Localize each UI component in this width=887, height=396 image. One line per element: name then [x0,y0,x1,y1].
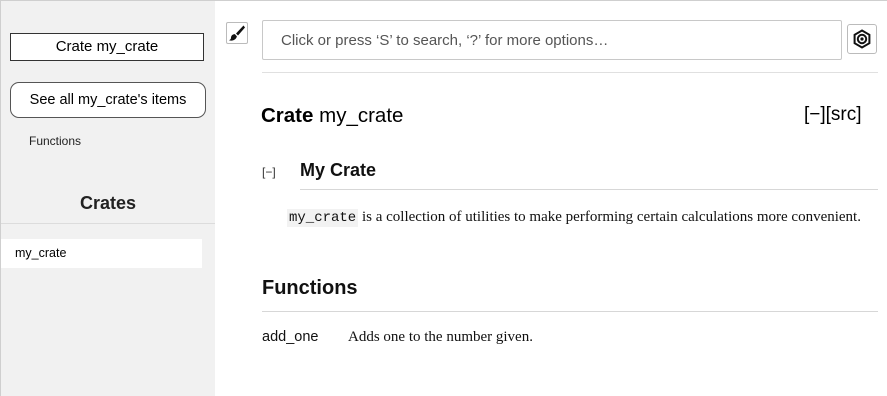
doc-paragraph: my_crate is a collection of utilities to… [287,206,877,229]
functions-divider [262,311,878,312]
collapse-all-toggle[interactable]: [−] [804,104,826,125]
inline-code: my_crate [287,209,359,227]
crates-divider [1,223,215,224]
doc-paragraph-text: is a collection of utilities to make per… [358,209,861,225]
sidebar-item-my-crate[interactable]: my_crate [1,239,202,268]
search-divider [262,72,878,73]
gear-icon [853,29,871,49]
theme-picker-button[interactable] [226,22,248,44]
page-title: Crate my_crate [261,104,403,128]
see-all-items-button[interactable]: See all my_crate's items [10,82,206,118]
section-collapse-toggle[interactable]: [−] [262,165,276,179]
doc-heading-divider [300,189,878,190]
search-input[interactable] [262,20,842,60]
crates-heading: Crates [79,193,137,213]
sidebar: Crate my_crate See all my_crate's items … [1,1,215,396]
settings-button[interactable] [847,24,877,54]
doc-heading: My Crate [300,160,377,180]
page-title-kind: Crate [261,104,314,127]
sidebar-item-functions[interactable]: Functions [29,134,81,148]
page-title-name: my_crate [319,104,404,127]
function-link-add-one[interactable]: add_one [262,329,318,345]
function-description: Adds one to the number given. [348,329,533,345]
sidebar-crate-title: Crate my_crate [10,33,204,61]
paintbrush-icon [229,25,245,41]
src-link[interactable]: [src] [826,104,862,125]
functions-heading: Functions [262,277,358,299]
title-controls: [−][src] [804,104,862,126]
